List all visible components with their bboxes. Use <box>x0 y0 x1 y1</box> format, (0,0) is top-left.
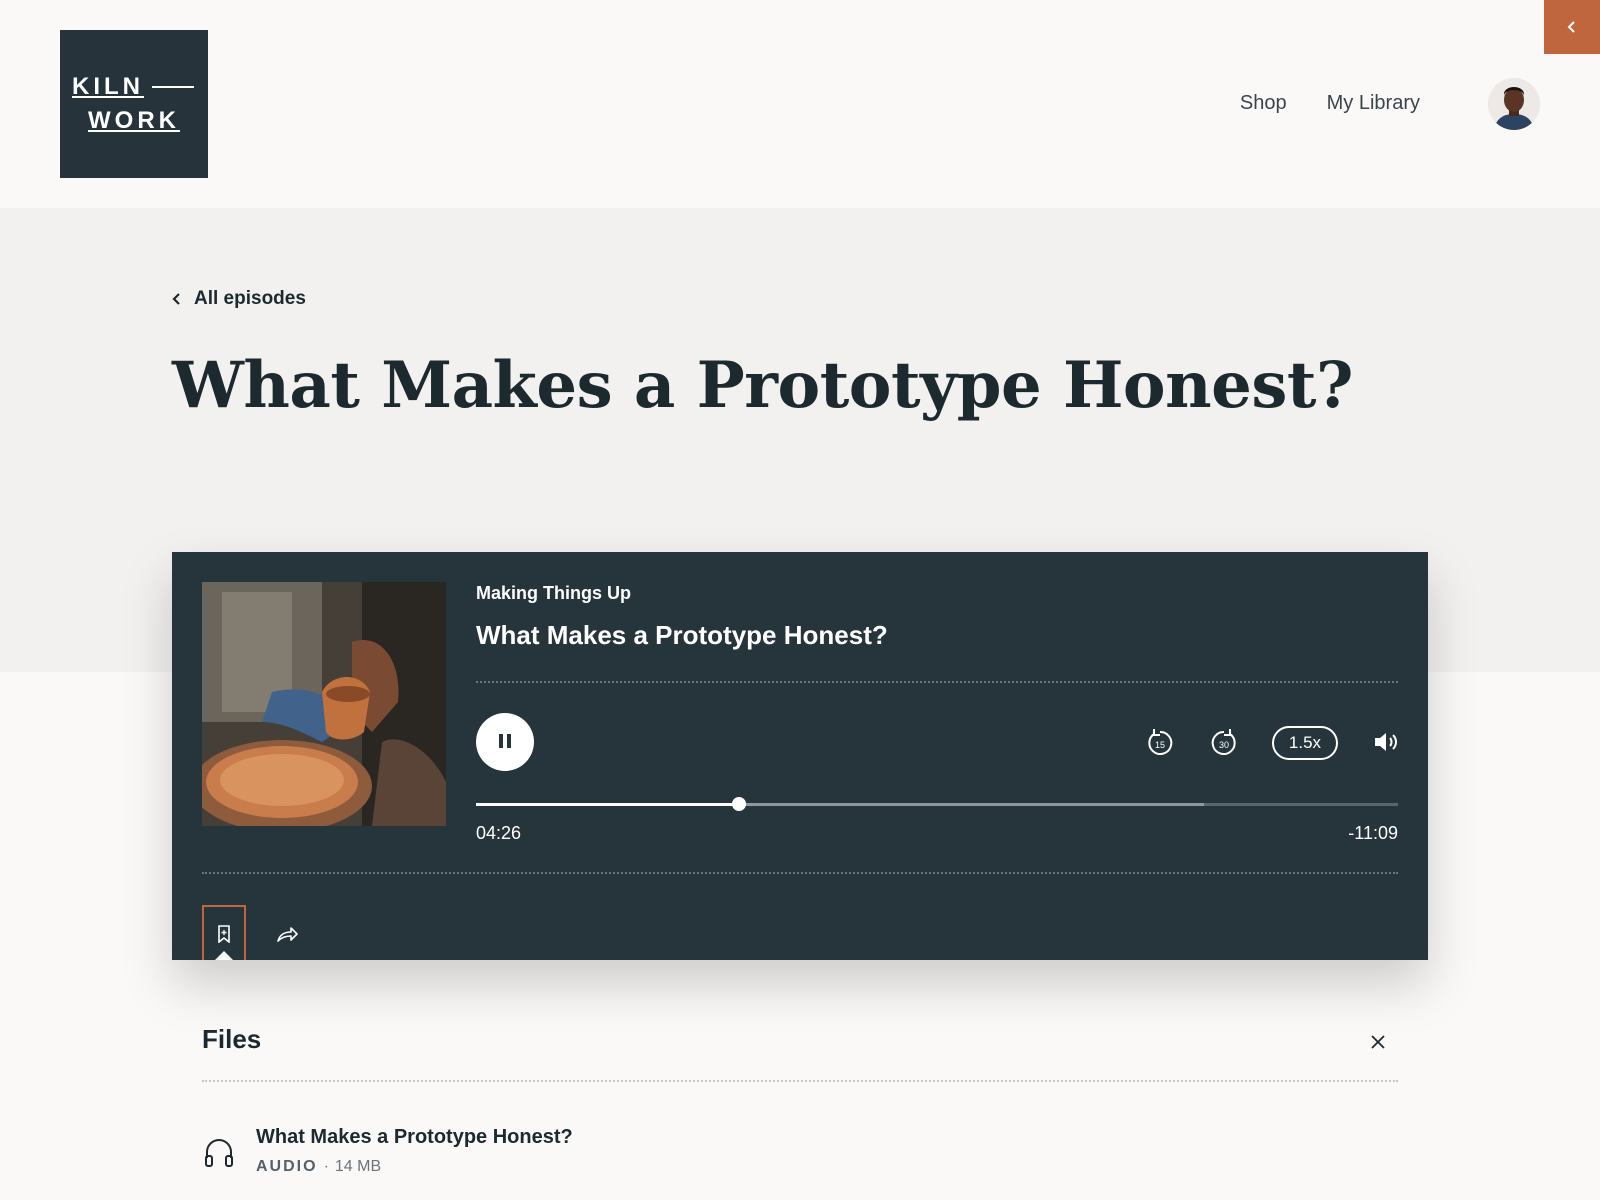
all-episodes-label: All episodes <box>194 288 306 309</box>
skip-back-15-button[interactable]: 15 <box>1142 724 1178 760</box>
episode-title: What Makes a Prototype Honest? <box>476 620 888 650</box>
logo-dash <box>152 86 194 88</box>
close-icon <box>1371 1035 1385 1049</box>
chevron-left-icon <box>172 293 180 305</box>
file-meta: AUDIO · 14 MB <box>256 1158 381 1176</box>
playback-speed-button[interactable]: 1.5x <box>1272 726 1338 760</box>
episode-cover-image <box>202 582 446 826</box>
divider <box>476 681 1398 683</box>
divider <box>202 872 1398 874</box>
pause-button[interactable] <box>476 713 534 771</box>
file-type: AUDIO <box>256 1158 318 1175</box>
skip-forward-seconds-label: 30 <box>1219 740 1229 750</box>
chevron-left-icon <box>1567 21 1575 33</box>
divider <box>202 1080 1398 1082</box>
rewind-15-icon: 15 <box>1148 729 1173 755</box>
headphones-icon <box>205 1139 233 1167</box>
logo-word-2: WORK <box>88 107 180 134</box>
meta-separator: · <box>323 1158 329 1175</box>
show-name: Making Things Up <box>476 583 631 603</box>
logo-word-1: KILN <box>72 73 144 100</box>
all-episodes-link[interactable]: All episodes <box>172 288 306 310</box>
progress-slider[interactable] <box>476 797 1398 811</box>
bookmark-icon <box>218 924 230 943</box>
nav-shop-link[interactable]: Shop <box>1240 92 1287 115</box>
nav-my-library-link[interactable]: My Library <box>1327 92 1420 115</box>
user-avatar-image <box>1488 78 1540 130</box>
share-icon <box>277 927 298 942</box>
site-header: KILN WORK Shop My Library <box>0 0 1600 208</box>
file-name[interactable]: What Makes a Prototype Honest? <box>256 1126 573 1149</box>
remaining-time: -11:09 <box>1348 823 1398 843</box>
progress-played <box>476 803 739 806</box>
close-files-button[interactable] <box>1364 1028 1392 1056</box>
pause-icon <box>497 733 513 751</box>
file-size: 14 MB <box>334 1158 382 1175</box>
elapsed-time: 04:26 <box>476 823 522 843</box>
progress-thumb[interactable] <box>731 797 746 811</box>
tab-share[interactable] <box>272 920 302 950</box>
forward-30-icon: 30 <box>1211 729 1236 755</box>
pottery-artwork <box>202 582 446 826</box>
skip-forward-30-button[interactable]: 30 <box>1206 724 1242 760</box>
kilnwork-logo[interactable]: KILN WORK <box>60 30 208 178</box>
active-tab-indicator <box>215 951 233 960</box>
page-title: What Makes a Prototype Honest? <box>172 348 1353 423</box>
logo-line-1: KILN <box>72 70 208 104</box>
user-avatar[interactable] <box>1488 78 1540 130</box>
volume-icon <box>1375 733 1397 751</box>
main-nav: Shop My Library <box>1240 92 1420 115</box>
skip-back-seconds-label: 15 <box>1155 740 1165 750</box>
volume-button[interactable] <box>1368 724 1404 760</box>
files-heading: Files <box>202 1024 262 1054</box>
audio-player: Making Things Up What Makes a Prototype … <box>172 552 1428 960</box>
collapse-panel-button[interactable] <box>1544 0 1600 54</box>
